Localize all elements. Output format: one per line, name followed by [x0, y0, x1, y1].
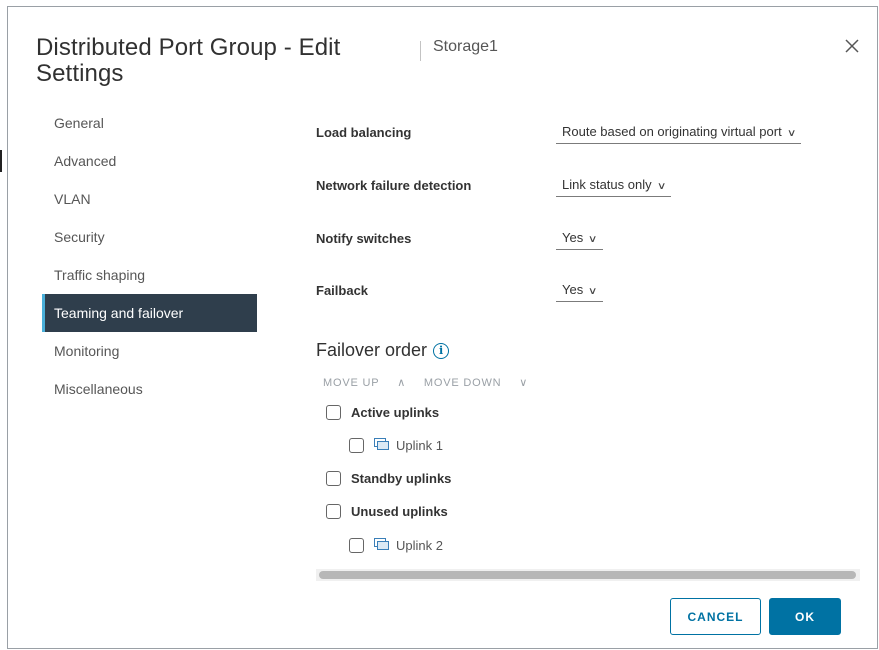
standby-uplinks-label: Standby uplinks: [351, 470, 452, 486]
dialog-footer: CANCEL OK: [670, 598, 841, 635]
nav-item-security[interactable]: Security: [42, 218, 257, 256]
nav-item-vlan[interactable]: VLAN: [42, 180, 257, 218]
network-failure-detection-row: Network failure detection Link status on…: [316, 171, 856, 201]
failback-select[interactable]: Yes ∨: [556, 282, 603, 302]
close-icon: [845, 39, 859, 53]
move-up-label: MOVE UP: [323, 377, 380, 389]
load-balancing-row: Load balancing Route based on originatin…: [316, 118, 856, 148]
nav-item-teaming-and-failover[interactable]: Teaming and failover: [42, 294, 257, 332]
chevron-down-icon: ∨: [656, 181, 667, 192]
load-balancing-value: Route based on originating virtual port: [562, 124, 782, 139]
uplink-1-row: Uplink 1: [349, 435, 443, 455]
failover-order-title: Failover order i: [316, 340, 450, 361]
active-uplinks-row: Active uplinks: [326, 402, 439, 422]
close-button[interactable]: [841, 35, 863, 57]
chevron-down-icon: ∨: [786, 128, 797, 139]
uplink-icon: [374, 538, 389, 550]
uplink-2-label: Uplink 2: [396, 537, 443, 553]
standby-uplinks-row: Standby uplinks: [326, 468, 451, 488]
active-uplinks-label: Active uplinks: [351, 404, 440, 420]
network-failure-detection-value: Link status only: [562, 177, 652, 192]
load-balancing-select[interactable]: Route based on originating virtual port ∨: [556, 124, 802, 144]
dialog-subtitle: Storage1: [433, 38, 498, 55]
failback-label: Failback: [316, 283, 369, 298]
network-failure-detection-select[interactable]: Link status only ∨: [556, 177, 671, 197]
scrollbar-thumb[interactable]: [319, 571, 856, 579]
nav-item-miscellaneous[interactable]: Miscellaneous: [42, 370, 257, 408]
move-down-label: MOVE DOWN: [423, 377, 502, 389]
uplink-2-row: Uplink 2: [349, 535, 443, 555]
nav-item-monitoring[interactable]: Monitoring: [42, 332, 257, 370]
uplink-icon: [374, 438, 389, 450]
standby-uplinks-checkbox[interactable]: [326, 470, 341, 486]
active-uplinks-checkbox[interactable]: [326, 404, 341, 420]
notify-switches-row: Notify switches Yes ∨: [316, 224, 856, 254]
settings-nav: General Advanced VLAN Security Traffic s…: [42, 104, 257, 408]
network-failure-detection-label: Network failure detection: [316, 178, 472, 193]
nav-item-general[interactable]: General: [42, 104, 257, 142]
failback-row: Failback Yes ∨: [316, 276, 856, 306]
notify-switches-label: Notify switches: [316, 231, 412, 246]
unused-uplinks-checkbox[interactable]: [326, 503, 341, 519]
load-balancing-label: Load balancing: [316, 125, 412, 140]
edit-settings-dialog: Distributed Port Group - Edit Settings S…: [7, 6, 878, 649]
background-window-edge: [0, 150, 2, 172]
uplink-2-checkbox[interactable]: [349, 537, 364, 553]
nav-item-traffic-shaping[interactable]: Traffic shaping: [42, 256, 257, 294]
uplink-1-checkbox[interactable]: [349, 437, 364, 453]
nav-item-advanced[interactable]: Advanced: [42, 142, 257, 180]
chevron-down-icon: ∨: [588, 286, 598, 297]
header-divider: [420, 41, 421, 61]
notify-switches-value: Yes: [562, 230, 584, 245]
dialog-title: Distributed Port Group - Edit Settings: [36, 34, 341, 87]
notify-switches-select[interactable]: Yes ∨: [556, 230, 603, 250]
move-up-button[interactable]: MOVE UP ∧: [323, 377, 406, 389]
dialog-header: Distributed Port Group - Edit Settings S…: [36, 35, 877, 105]
ok-button[interactable]: OK: [769, 598, 841, 635]
failback-value: Yes: [562, 282, 584, 297]
horizontal-scrollbar[interactable]: [316, 569, 860, 581]
info-icon[interactable]: i: [433, 343, 450, 359]
move-toolbar: MOVE UP ∧ MOVE DOWN ∨: [323, 376, 542, 389]
uplink-1-label: Uplink 1: [396, 437, 443, 453]
cancel-button[interactable]: CANCEL: [670, 598, 761, 635]
failover-order-label: Failover order: [316, 340, 428, 360]
unused-uplinks-row: Unused uplinks: [326, 501, 448, 521]
move-down-button[interactable]: MOVE DOWN ∨: [424, 377, 528, 389]
unused-uplinks-label: Unused uplinks: [351, 503, 448, 519]
chevron-down-icon: ∨: [588, 234, 598, 245]
